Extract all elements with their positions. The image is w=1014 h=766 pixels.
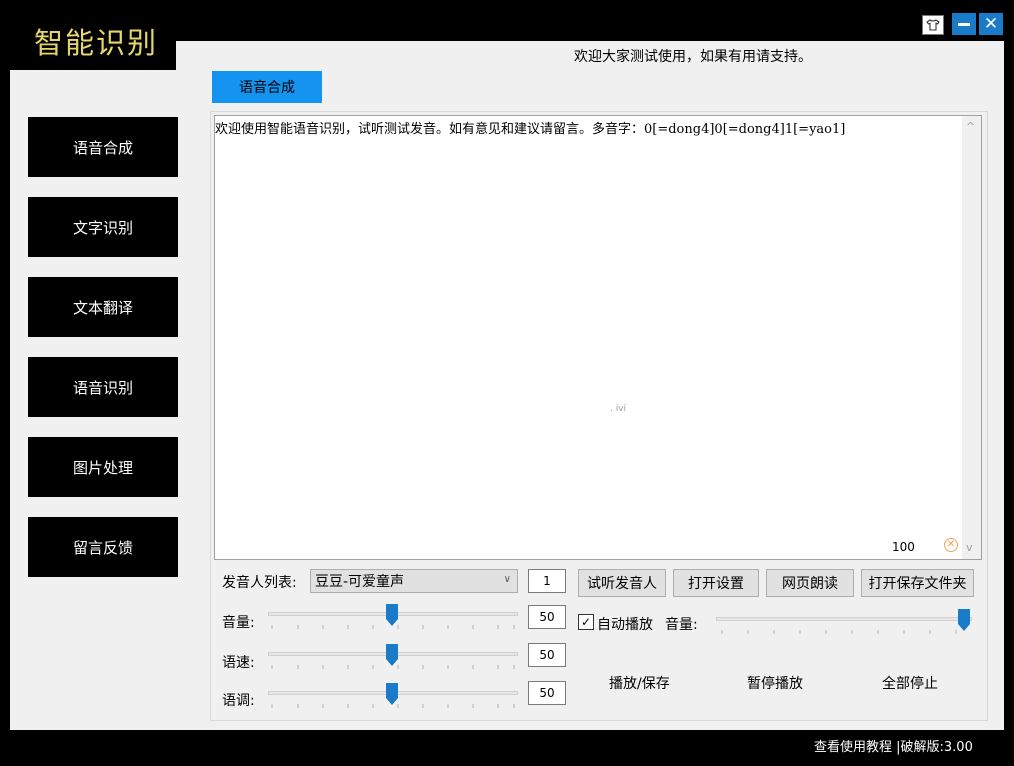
playback-volume-track: [716, 617, 972, 621]
pitch-slider[interactable]: [268, 683, 518, 713]
volume-slider[interactable]: [268, 604, 518, 634]
voice-count-field[interactable]: 1: [528, 569, 566, 593]
sidebar-item-translate[interactable]: 文本翻译: [28, 277, 178, 337]
chevron-down-icon: ∨: [503, 574, 511, 585]
volume-label: 音量:: [222, 615, 255, 631]
pause-button[interactable]: 暂停播放: [747, 673, 803, 693]
sidebar-item-feedback[interactable]: 留言反馈: [28, 517, 178, 577]
top-bar: [176, 10, 1004, 41]
sidebar-item-tts[interactable]: 语音合成: [28, 117, 178, 177]
pitch-value[interactable]: 50: [528, 681, 566, 705]
text-input-area[interactable]: [214, 115, 982, 560]
zoom-reset-icon[interactable]: ✕: [944, 538, 958, 552]
open-settings-button[interactable]: 打开设置: [673, 569, 759, 597]
playback-volume-ticks: [721, 630, 957, 634]
tab-tts[interactable]: 语音合成: [212, 71, 322, 103]
playback-volume-thumb[interactable]: [958, 609, 970, 631]
sidebar-item-asr[interactable]: 语音识别: [28, 357, 178, 417]
zoom-level: 100: [892, 540, 915, 554]
voice-select[interactable]: 豆豆-可爱童声 ∨: [310, 569, 518, 593]
scroll-up-icon[interactable]: ^: [966, 120, 975, 133]
text-content[interactable]: 欢迎使用智能语音识别，试听测试发音。如有意见和建议请留言。多音字：0[=dong…: [215, 118, 845, 137]
play-save-button[interactable]: 播放/保存: [609, 673, 670, 693]
voice-list-label: 发音人列表:: [222, 575, 297, 591]
close-icon[interactable]: ✕: [979, 13, 1003, 35]
volume-value[interactable]: 50: [528, 605, 566, 629]
speed-slider[interactable]: [268, 644, 518, 674]
vertical-scrollbar[interactable]: [962, 116, 981, 559]
autoplay-checkbox[interactable]: ✓: [578, 614, 594, 630]
open-save-folder-button[interactable]: 打开保存文件夹: [861, 569, 974, 597]
welcome-message: 欢迎大家测试使用，如果有用请支持。: [574, 49, 812, 65]
status-text[interactable]: 查看使用教程 |破解版:3.00: [814, 736, 973, 755]
web-read-button[interactable]: 网页朗读: [766, 569, 854, 597]
sidebar-item-image[interactable]: 图片处理: [28, 437, 178, 497]
app-title: 智能识别: [34, 26, 159, 60]
volume-slider-thumb[interactable]: [386, 604, 398, 626]
listen-voice-button[interactable]: 试听发音人: [578, 569, 666, 597]
scroll-down-icon[interactable]: v: [966, 541, 973, 554]
playback-volume-label: 音量:: [665, 617, 698, 633]
speed-label: 语速:: [222, 655, 255, 671]
shirt-icon[interactable]: [922, 15, 944, 35]
autoplay-label[interactable]: 自动播放: [597, 614, 653, 634]
pitch-label: 语调:: [222, 693, 255, 709]
minimize-icon[interactable]: [952, 13, 976, 35]
sidebar-item-ocr[interactable]: 文字识别: [28, 197, 178, 257]
speed-slider-thumb[interactable]: [386, 644, 398, 666]
playback-volume-slider[interactable]: [716, 609, 972, 639]
watermark-text: . ivi: [610, 404, 627, 414]
pitch-slider-thumb[interactable]: [386, 683, 398, 705]
voice-select-value: 豆豆-可爱童声: [315, 574, 405, 590]
stop-all-button[interactable]: 全部停止: [882, 673, 938, 693]
speed-value[interactable]: 50: [528, 643, 566, 667]
